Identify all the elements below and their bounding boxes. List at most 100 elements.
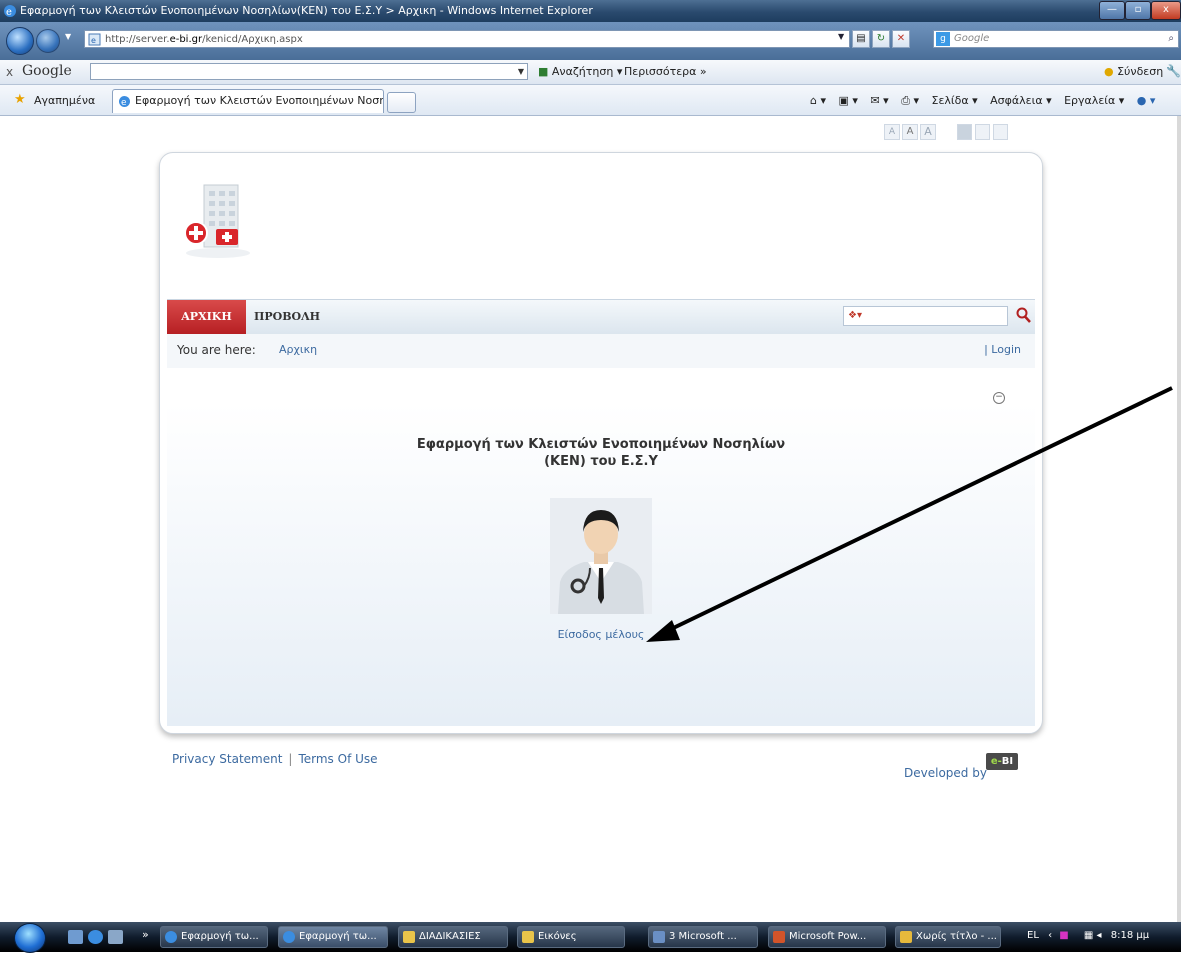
google-more-button[interactable]: Περισσότερα » [624,65,707,78]
layout-wide-button[interactable] [993,124,1008,140]
taskbar-button-ie-1[interactable]: Εφαρμογή τω... [160,926,268,948]
collapse-icon[interactable]: − [993,392,1005,404]
main-menu: ΑΡΧΙΚΗ ΠΡΟΒΟΛΗ ❖▾ [167,299,1035,336]
search-go-icon[interactable] [1016,306,1032,324]
google-search-input[interactable]: ▼ [90,63,528,80]
window-title-bar: e Εφαρμογή των Κλειστών Ενοποιημένων Νοσ… [0,0,1181,22]
history-dropdown-icon[interactable]: ▼ [65,32,71,41]
terms-of-use-link[interactable]: Terms Of Use [298,752,377,766]
content-pane: − Εφαρμογή των Κλειστών Ενοποιημένων Νοσ… [167,368,1035,726]
switch-windows-icon[interactable] [108,930,123,944]
tab-title: Εφαρμογή των Κλειστών Ενοποιημένων Νοσηλ… [135,94,384,107]
browser-tab[interactable]: e Εφαρμογή των Κλειστών Ενοποιημένων Νοσ… [112,89,384,113]
volume-icon[interactable]: ◂ [1097,930,1102,941]
language-indicator[interactable]: EL [1027,930,1039,941]
svg-text:e: e [91,36,96,45]
search-options-icon[interactable]: ❖▾ [848,310,862,321]
breadcrumb-home-link[interactable]: Αρχικη [279,343,317,356]
layout-narrow-button[interactable] [957,124,972,140]
start-button[interactable] [14,923,46,953]
main-card: ΑΡΧΙΚΗ ΠΡΟΒΟΛΗ ❖▾ You are here: Αρχικη |… [159,152,1043,734]
wrench-icon[interactable]: 🔧 [1166,64,1181,78]
web-page: A A A ΑΡΧΙΚΗ ΠΡΟΒΟΛΗ ❖▾ You are here: Αρ… [0,116,1181,922]
command-bar: ⌂ ▾ ▣ ▾ ✉ ▾ ⎙ ▾ Σελίδα ▾ Ασφάλεια ▾ Εργα… [810,94,1164,108]
font-medium-button[interactable]: A [902,124,918,140]
ie-quicklaunch-icon[interactable] [88,930,103,944]
google-search-button[interactable]: ■ Αναζήτηση ▾ [538,65,622,78]
quicklaunch-more-icon[interactable]: » [142,928,149,941]
app-title-line1: Εφαρμογή των Κλειστών Ενοποιημένων Νοσηλ… [416,437,786,452]
powerpoint-icon [773,931,785,943]
google-logo: Google [22,63,72,79]
site-search-input[interactable]: ❖▾ [843,306,1008,326]
chevron-down-icon[interactable]: ▼ [518,67,524,76]
forward-button[interactable] [36,29,60,53]
print-icon[interactable]: ⎙ ▾ [901,94,919,107]
new-tab-button[interactable] [387,92,416,113]
clock[interactable]: 8:18 μμ [1111,930,1149,941]
page-menu[interactable]: Σελίδα ▾ [932,94,978,107]
taskbar-button-paint[interactable]: Χωρίς τίτλο - ... [895,926,1001,948]
network-icon[interactable]: ▦ [1084,930,1093,941]
safety-menu[interactable]: Ασφάλεια ▾ [990,94,1051,107]
member-login-link[interactable]: Είσοδος μέλους [167,628,1035,641]
search-icon[interactable]: ⌕ [1168,31,1174,47]
help-icon[interactable]: ● ▾ [1137,94,1156,107]
svg-text:e: e [121,98,127,108]
google-search-provider-icon: g [936,32,950,46]
taskbar-button-ie-2[interactable]: Εφαρμογή τω... [278,926,388,948]
taskbar-button-office[interactable]: 3 Microsoft ... [648,926,758,948]
show-desktop-icon[interactable] [68,930,83,944]
mail-icon[interactable]: ✉ ▾ [870,94,888,107]
footer-links: Privacy Statement | Terms Of Use [172,752,378,766]
taskbar-button-folder-1[interactable]: ΔΙΑΔΙΚΑΣΙΕΣ [398,926,508,948]
compatibility-icon[interactable]: ▤ [852,30,870,48]
tray-app-icon[interactable]: ■ [1059,930,1068,941]
close-button[interactable]: x [1151,1,1181,20]
system-tray: EL ‹ ■ ▦ ◂ 8:18 μμ [1027,930,1149,941]
tray-arrow-icon[interactable]: ‹ [1048,930,1052,941]
favorites-star-icon[interactable]: ★ [14,92,26,107]
maximize-button[interactable]: ▫ [1125,1,1151,20]
url-dropdown-icon[interactable]: ▼ [838,32,844,41]
url-input[interactable]: e http://server.e-bi.gr/kenicd/Αρχικη.as… [84,30,850,48]
doctor-icon[interactable] [550,498,652,614]
stop-icon[interactable]: ✕ [892,30,910,48]
google-toolbar-close[interactable]: x [6,65,13,79]
back-button[interactable] [6,27,34,55]
app-title: Εφαρμογή των Κλειστών Ενοποιημένων Νοσηλ… [167,436,1035,470]
font-large-button[interactable]: A [920,124,936,140]
paint-icon [900,931,912,943]
feeds-icon[interactable]: ▣ ▾ [839,94,858,107]
search-placeholder: Google [954,33,990,44]
login-link[interactable]: | Login [984,343,1021,356]
window-controls: — ▫ x [1099,1,1181,20]
url-host: e-bi.gr [169,34,203,45]
page-scrollbar[interactable] [1177,116,1181,922]
privacy-statement-link[interactable]: Privacy Statement [172,752,282,766]
taskbar-button-powerpoint[interactable]: Microsoft Pow... [768,926,886,948]
google-search-icon: ■ [538,65,549,78]
window-title: Εφαρμογή των Κλειστών Ενοποιημένων Νοσηλ… [20,4,593,17]
tools-menu[interactable]: Εργαλεία ▾ [1064,94,1124,107]
font-small-button[interactable]: A [884,124,900,140]
url-prefix: http://server. [105,34,170,45]
layout-medium-button[interactable] [975,124,990,140]
favorites-bar: ★ Αγαπημένα e Εφαρμογή των Κλειστών Ενοπ… [0,85,1181,116]
home-icon[interactable]: ⌂ ▾ [810,94,826,107]
menu-home[interactable]: ΑΡΧΙΚΗ [167,300,246,335]
refresh-icon[interactable]: ↻ [872,30,890,48]
internet-explorer-icon: e [4,5,16,18]
app-title-line2: (ΚΕΝ) του Ε.Σ.Υ [544,454,658,469]
minimize-button[interactable]: — [1099,1,1125,20]
page-icon: e [88,33,101,46]
taskbar-button-folder-2[interactable]: Εικόνες [517,926,625,948]
google-login-button[interactable]: ● Σύνδεση [1104,65,1163,78]
menu-view[interactable]: ΠΡΟΒΟΛΗ [254,300,320,335]
ie-icon [165,931,177,943]
office-icon [653,931,665,943]
url-path: /kenicd/Αρχικη.aspx [202,34,303,45]
ebi-logo[interactable]: e-BI [986,753,1018,770]
browser-search-input[interactable]: g Google ⌕ [933,30,1179,48]
favorites-button[interactable]: Αγαπημένα [34,94,95,107]
